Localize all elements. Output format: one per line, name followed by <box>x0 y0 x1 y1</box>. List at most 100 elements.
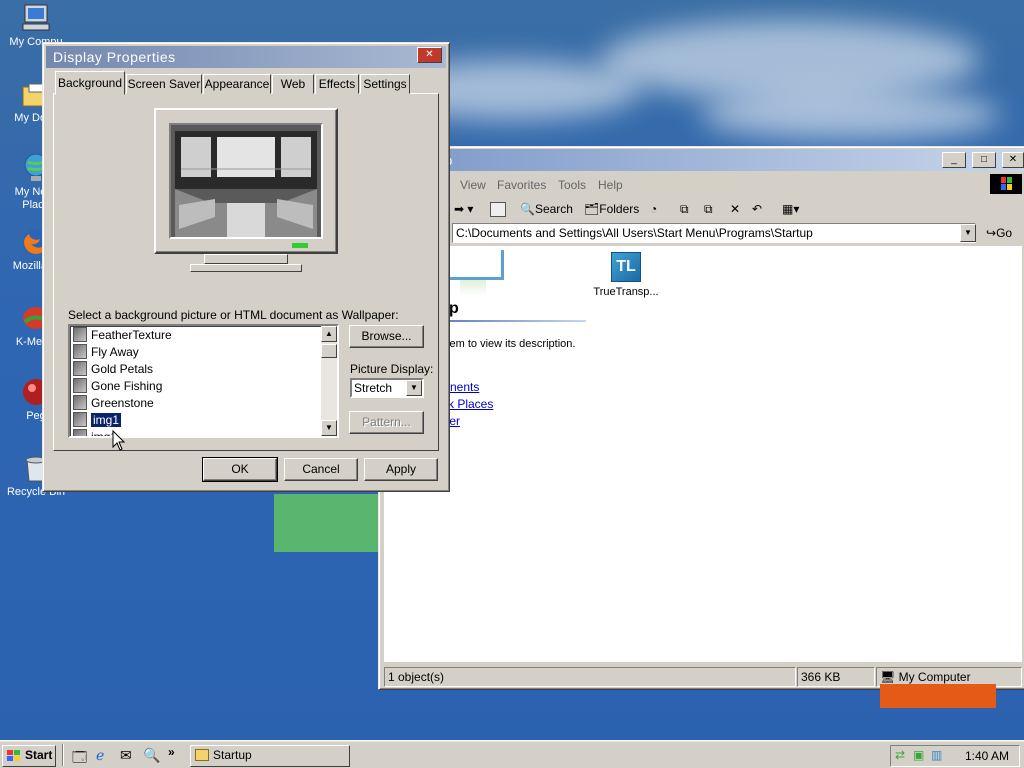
bitmap-icon <box>73 395 87 410</box>
mouse-cursor-icon <box>112 430 126 451</box>
outlook-icon[interactable]: ✉ <box>120 747 132 764</box>
dialog-titlebar[interactable]: Display Properties <box>46 46 446 68</box>
my-computer-small-icon: 🖥 <box>880 670 896 684</box>
my-computer-icon <box>20 2 52 34</box>
picture-display-select[interactable]: Stretch ▼ <box>350 378 424 398</box>
address-bar[interactable]: C:\Documents and Settings\All Users\Star… <box>452 223 976 243</box>
undo-icon[interactable]: ↶ <box>752 202 762 216</box>
tray-network-icon[interactable]: ⇄ <box>895 748 905 762</box>
wallpaper-listbox[interactable]: FeatherTexture Fly Away Gold Petals Gone… <box>68 324 339 438</box>
link-my-documents[interactable]: nents <box>450 380 479 394</box>
tab-background[interactable]: Background <box>55 71 125 95</box>
go-arrow-icon: ↪ <box>986 226 997 240</box>
move-to-icon[interactable]: ⧉ <box>680 202 689 217</box>
panel-heading: p <box>449 300 459 317</box>
history-icon[interactable]: ◔ <box>650 202 657 216</box>
bitmap-icon <box>73 361 87 376</box>
panel-description: item to view its description. <box>444 338 576 350</box>
menu-favorites[interactable]: Favorites <box>497 178 546 192</box>
folders-icon: 🗂 <box>584 202 600 216</box>
search-toolbar-button[interactable]: 🔍Search <box>520 202 573 216</box>
truetransparency-icon: TL <box>611 252 641 282</box>
desktop-wallpaper-orange-bar <box>880 684 996 708</box>
explorer-titlebar[interactable]: p <box>381 149 1024 171</box>
monitor-base <box>190 264 302 272</box>
wallpaper-preview-image <box>169 123 323 239</box>
tab-effects[interactable]: Effects <box>315 74 359 94</box>
tab-settings[interactable]: Settings <box>360 74 410 94</box>
scroll-thumb[interactable] <box>321 344 337 358</box>
bitmap-icon <box>73 378 87 393</box>
bitmap-icon <box>73 412 87 427</box>
folders-toolbar-button[interactable]: 🗂Folders <box>584 202 639 216</box>
ie-icon[interactable]: ℯ <box>96 747 104 764</box>
bitmap-icon <box>73 429 87 436</box>
tab-appearance[interactable]: Appearance <box>203 74 271 94</box>
monitor-preview <box>154 108 338 254</box>
list-item[interactable]: img1 <box>73 429 117 436</box>
go-button[interactable]: ↪Go <box>986 224 1022 244</box>
wallpaper-list-scrollbar[interactable]: ▲ ▼ <box>321 326 337 436</box>
ok-button[interactable]: OK <box>202 457 278 482</box>
windows-flag-icon <box>6 749 22 768</box>
cancel-button[interactable]: Cancel <box>284 458 358 481</box>
forward-icon[interactable]: ➡ ▾ <box>454 202 473 216</box>
explorer-maximize-button[interactable]: □ <box>972 152 996 168</box>
taskbar-item-startup[interactable]: Startup <box>190 745 350 767</box>
menu-tools[interactable]: Tools <box>558 178 586 192</box>
list-item[interactable]: Gone Fishing <box>73 378 162 395</box>
close-icon: ✕ <box>425 49 434 60</box>
quicklaunch-overflow-icon[interactable]: » <box>168 745 175 759</box>
monitor-power-led-icon <box>292 243 308 248</box>
apply-button[interactable]: Apply <box>364 458 438 481</box>
menu-view[interactable]: View <box>460 178 486 192</box>
panel-divider <box>440 320 586 322</box>
search-icon[interactable]: 🔍 <box>143 747 160 764</box>
menu-help[interactable]: Help <box>598 178 623 192</box>
taskbar-separator <box>62 744 64 766</box>
list-item[interactable]: FeatherTexture <box>73 327 172 344</box>
tab-screen-saver[interactable]: Screen Saver <box>126 74 202 94</box>
tray-app-icon[interactable]: ▣ <box>913 748 924 762</box>
desktop-wallpaper-green-block <box>274 494 384 552</box>
up-folder-icon[interactable] <box>490 202 506 217</box>
status-objects: 1 object(s) <box>384 667 796 687</box>
windows-logo-icon <box>990 174 1022 194</box>
list-item[interactable]: Gold Petals <box>73 361 153 378</box>
monitor-neck <box>204 254 288 264</box>
start-button[interactable]: Start <box>2 745 56 767</box>
list-item[interactable]: Fly Away <box>73 344 139 361</box>
explorer-minimize-button[interactable]: _ <box>942 152 966 168</box>
tray-monitor-icon[interactable]: ▥ <box>931 748 942 762</box>
search-icon: 🔍 <box>520 202 535 216</box>
list-item[interactable]: Greenstone <box>73 395 154 412</box>
picture-display-label: Picture Display: <box>350 362 434 376</box>
tab-web[interactable]: Web <box>272 74 314 94</box>
scroll-down-icon[interactable]: ▼ <box>321 420 337 436</box>
bitmap-icon <box>73 327 87 342</box>
status-size: 366 KB <box>797 667 875 687</box>
explorer-close-button[interactable]: ✕ <box>1002 152 1024 168</box>
copy-to-icon[interactable]: ⧉ <box>704 202 713 217</box>
system-tray: ⇄ ▣ ▥ 1:40 AM <box>890 745 1020 767</box>
dialog-close-button[interactable]: ✕ <box>417 47 442 63</box>
clock[interactable]: 1:40 AM <box>965 749 1009 763</box>
link-my-network-places[interactable]: rk Places <box>444 397 493 411</box>
views-icon[interactable]: ▦▾ <box>782 202 799 216</box>
folder-watermark-icon <box>450 250 504 280</box>
pattern-button: Pattern... <box>349 411 424 434</box>
browse-button[interactable]: Browse... <box>349 325 424 348</box>
bitmap-icon <box>73 344 87 359</box>
wallpaper-list-label: Select a background picture or HTML docu… <box>68 308 399 322</box>
scroll-up-icon[interactable]: ▲ <box>321 326 337 342</box>
folder-icon <box>195 749 209 761</box>
explorer-content-pane <box>384 246 1022 662</box>
delete-icon[interactable]: ✕ <box>730 202 740 216</box>
chevron-down-icon[interactable]: ▼ <box>406 380 422 396</box>
file-item[interactable]: TL TrueTransp... <box>588 250 664 298</box>
dialog-title: Display Properties <box>53 49 176 65</box>
show-desktop-icon[interactable]: 🗔 <box>72 747 87 768</box>
address-dropdown-button[interactable]: ▼ <box>960 224 976 242</box>
list-item-selected[interactable]: img1 <box>73 412 123 429</box>
taskbar: Start 🗔 ℯ ✉ 🔍 » Startup ⇄ ▣ ▥ 1:40 AM <box>0 740 1024 768</box>
